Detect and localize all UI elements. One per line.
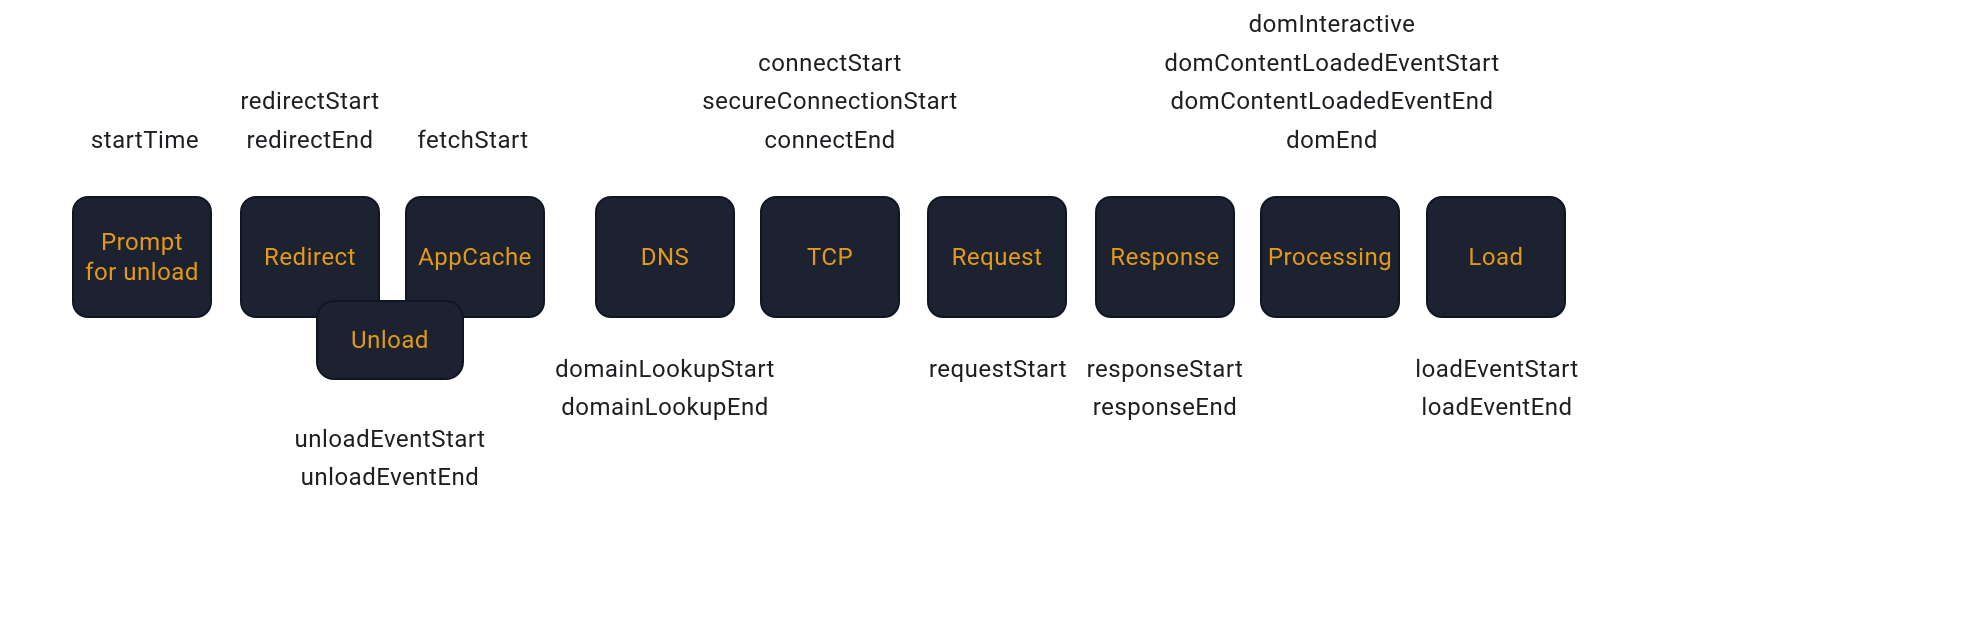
annotation-processing: domInteractivedomContentLoadedEventStart…	[1164, 5, 1499, 159]
stage-unload: Unload	[316, 300, 464, 380]
stage-label: DNS	[641, 242, 690, 272]
stage-label: Request	[952, 242, 1043, 272]
stage-dns: DNS	[595, 196, 735, 318]
stage-label: Response	[1110, 242, 1219, 272]
annotation-redirect: redirectStartredirectEnd	[240, 82, 379, 159]
stage-label: TCP	[807, 242, 853, 272]
stage-label: Promptfor unload	[85, 227, 199, 287]
stage-label: Load	[1468, 242, 1523, 272]
stage-request: Request	[927, 196, 1067, 318]
stage-tcp: TCP	[760, 196, 900, 318]
stage-label: Processing	[1268, 242, 1392, 272]
navigation-timing-diagram: startTime redirectStartredirectEnd fetch…	[0, 0, 1974, 619]
annotation-unload-event: unloadEventStartunloadEventEnd	[295, 420, 486, 497]
stage-load: Load	[1426, 196, 1566, 318]
annotation-load-event: loadEventStartloadEventEnd	[1415, 350, 1578, 427]
stage-processing: Processing	[1260, 196, 1400, 318]
annotation-response: responseStartresponseEnd	[1087, 350, 1244, 427]
stage-response: Response	[1095, 196, 1235, 318]
stage-label: Unload	[351, 325, 429, 355]
annotation-domain-lookup: domainLookupStartdomainLookupEnd	[555, 350, 775, 427]
stage-label: Redirect	[264, 242, 356, 272]
stage-prompt-for-unload: Promptfor unload	[72, 196, 212, 318]
annotation-request-start: requestStart	[929, 350, 1067, 388]
annotation-fetch-start: fetchStart	[417, 121, 528, 159]
stage-label: AppCache	[418, 242, 532, 272]
annotation-tcp: connectStartsecureConnectionStartconnect…	[702, 44, 958, 159]
annotation-start-time: startTime	[91, 121, 199, 159]
